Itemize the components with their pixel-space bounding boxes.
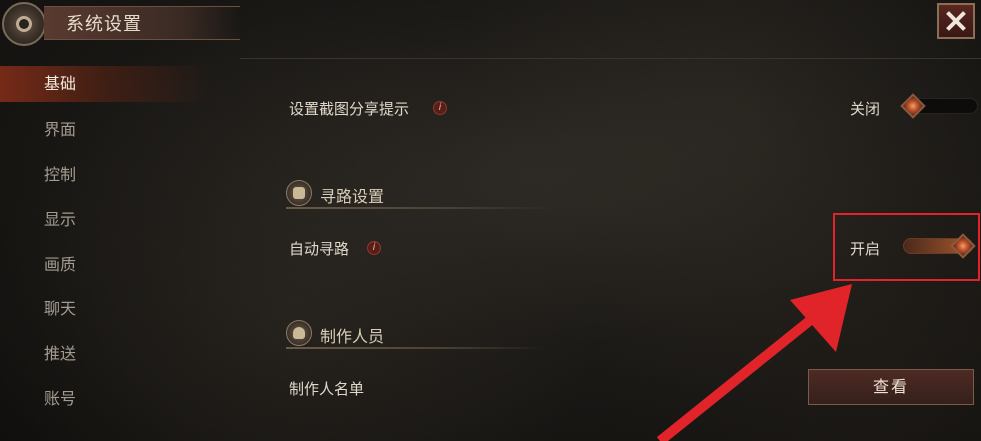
sidebar-item-graphics[interactable]: 画质 bbox=[0, 247, 210, 283]
screenshot-share-label: 设置截图分享提示 bbox=[289, 100, 410, 118]
info-icon[interactable]: i bbox=[367, 241, 381, 255]
sidebar-item-interface[interactable]: 界面 bbox=[0, 112, 210, 148]
annotation-arrow-icon bbox=[656, 284, 852, 441]
page-title: 系统设置 bbox=[66, 14, 142, 35]
sidebar-item-push[interactable]: 推送 bbox=[0, 336, 210, 372]
sidebar-item-label: 聊天 bbox=[44, 299, 77, 318]
section-divider bbox=[286, 347, 546, 349]
credits-label: 制作人名单 bbox=[289, 380, 365, 398]
sidebar-item-chat[interactable]: 聊天 bbox=[0, 291, 210, 327]
sidebar-item-label: 基础 bbox=[44, 74, 77, 93]
sidebar-item-label: 推送 bbox=[44, 344, 77, 363]
sidebar-item-label: 控制 bbox=[44, 165, 77, 184]
section-divider bbox=[286, 207, 556, 209]
pathfinding-section-title: 寻路设置 bbox=[320, 187, 385, 206]
header-divider bbox=[240, 58, 981, 59]
map-icon bbox=[286, 180, 312, 206]
screenshot-share-toggle[interactable] bbox=[900, 93, 978, 119]
sidebar-item-display[interactable]: 显示 bbox=[0, 202, 210, 238]
close-icon bbox=[939, 5, 973, 37]
sidebar-item-label: 界面 bbox=[44, 120, 77, 139]
info-icon[interactable]: i bbox=[433, 101, 447, 115]
sidebar-item-label: 账号 bbox=[44, 389, 77, 408]
gear-icon bbox=[2, 2, 46, 46]
screenshot-share-state: 关闭 bbox=[850, 100, 881, 118]
sidebar-item-label: 画质 bbox=[44, 255, 77, 274]
sidebar-item-label: 显示 bbox=[44, 210, 77, 229]
close-button[interactable] bbox=[937, 3, 975, 39]
auto-pathfinding-label: 自动寻路 bbox=[289, 240, 350, 258]
credits-section-title: 制作人员 bbox=[320, 327, 385, 346]
person-icon bbox=[286, 320, 312, 346]
sidebar-item-basic[interactable]: 基础 bbox=[0, 66, 210, 102]
sidebar-item-control[interactable]: 控制 bbox=[0, 157, 210, 193]
toggle-knob bbox=[900, 93, 926, 119]
sidebar-item-account[interactable]: 账号 bbox=[0, 381, 210, 417]
